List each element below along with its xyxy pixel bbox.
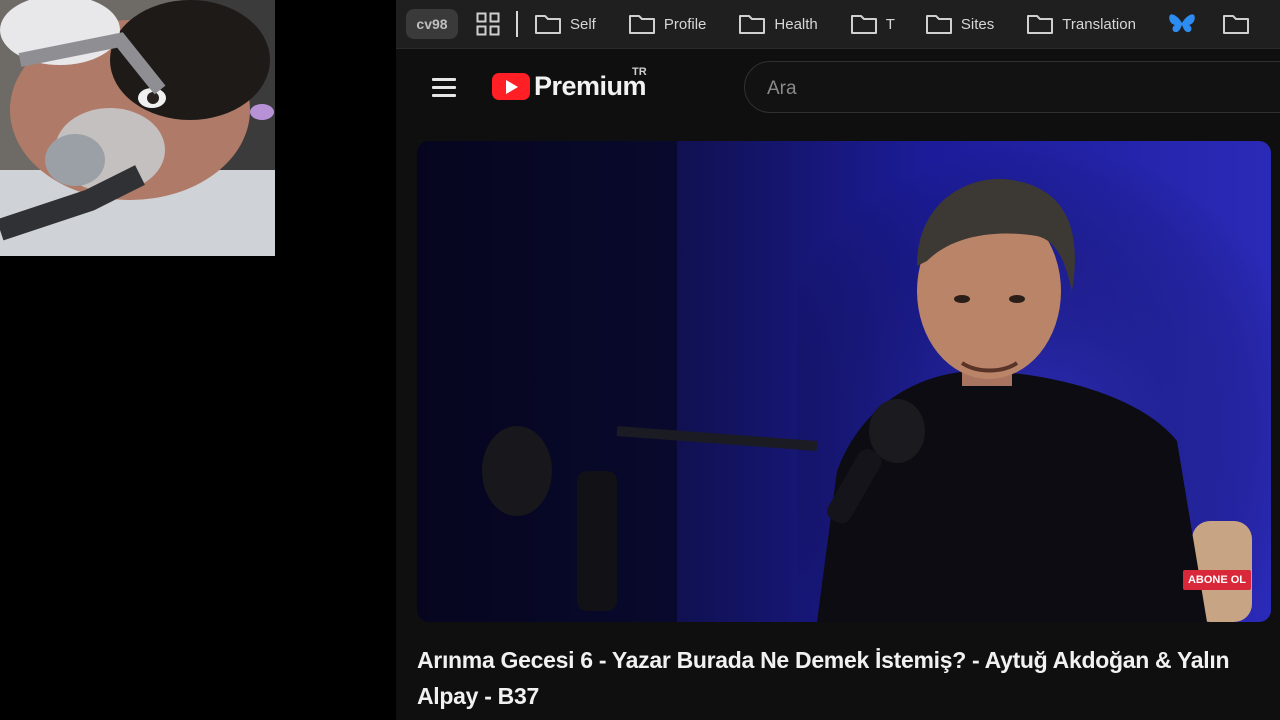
bookmark-folder-sites[interactable]: Sites — [925, 13, 994, 35]
folder-icon[interactable] — [1222, 13, 1250, 35]
bookmark-label: Self — [570, 15, 596, 33]
bookmark-folder-profile[interactable]: Profile — [628, 13, 707, 35]
profile-chip[interactable]: cv98 — [406, 9, 458, 39]
bookmark-folder-translation[interactable]: Translation — [1026, 13, 1136, 35]
bookmark-label: Translation — [1062, 15, 1136, 33]
folder-icon — [1027, 15, 1054, 34]
bookmark-folder-t[interactable]: T — [850, 13, 895, 35]
bookmark-label: Profile — [663, 15, 707, 33]
search-placeholder: Ara — [767, 78, 797, 99]
folder-icon — [739, 15, 766, 34]
bookmark-label: Sites — [960, 15, 995, 33]
folder-icon — [628, 15, 655, 34]
video-frame-image — [417, 141, 1271, 622]
folder-icon — [925, 15, 952, 34]
bookmark-label: Health — [774, 15, 818, 33]
logo-wordmark: Premium — [534, 71, 647, 101]
video-title: Arınma Gecesi 6 - Yazar Burada Ne Demek … — [417, 647, 1230, 709]
bookmarks-separator — [516, 11, 518, 37]
bluesky-butterfly-icon[interactable] — [1168, 12, 1196, 36]
folder-icon — [535, 15, 561, 34]
bookmark-folder-self[interactable]: Self — [534, 13, 596, 35]
webcam-overlay — [0, 0, 275, 256]
grid-icon[interactable] — [474, 10, 502, 38]
search-input[interactable]: Ara — [744, 61, 1280, 113]
bookmarks-bar: cv98 Self Profile Health T Sites Transla… — [396, 0, 1280, 49]
subscribe-badge[interactable]: ABONE OL — [1182, 570, 1251, 590]
bookmark-folder-health[interactable]: Health — [738, 13, 818, 35]
webcam-feed-image — [0, 0, 275, 256]
hamburger-menu-icon[interactable] — [432, 78, 456, 98]
browser-window: cv98 Self Profile Health T Sites Transla… — [396, 0, 1280, 720]
video-player[interactable]: ABONE OL — [417, 141, 1271, 622]
youtube-play-icon — [492, 73, 530, 100]
region-code: TR — [632, 66, 647, 78]
youtube-premium-logo[interactable]: Premium TR — [492, 66, 647, 102]
bookmark-label: T — [885, 15, 895, 33]
folder-icon — [850, 15, 877, 34]
youtube-masthead: Premium TR Ara — [396, 49, 1280, 127]
